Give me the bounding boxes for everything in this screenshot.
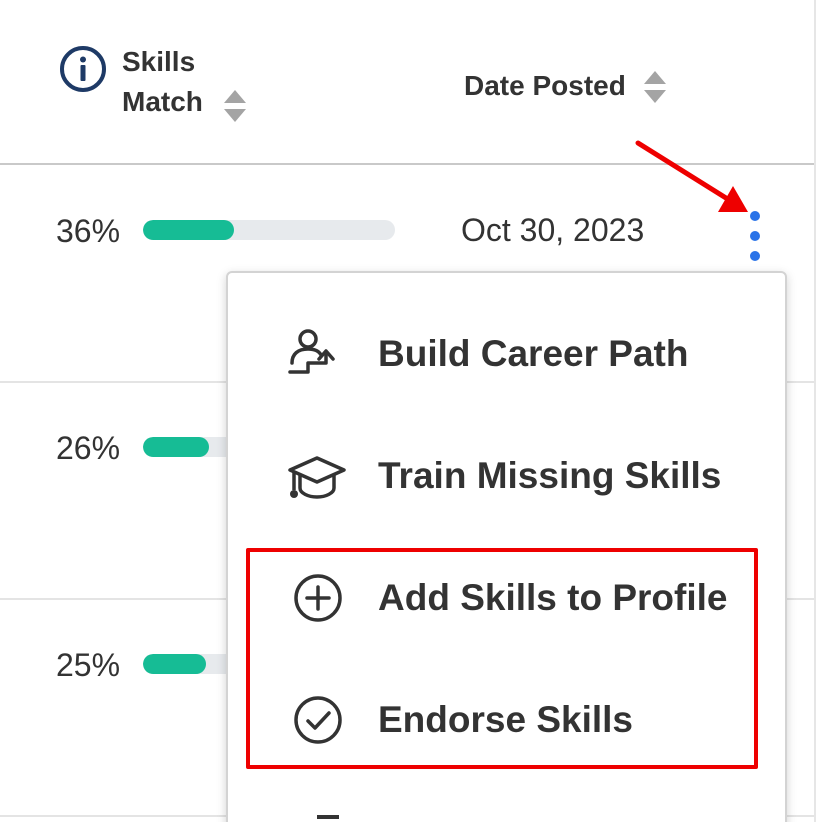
- info-icon[interactable]: [58, 44, 108, 94]
- menu-item-label: Build Career Path: [378, 333, 689, 374]
- skills-match-label-line1: Skills: [122, 46, 196, 77]
- menu-item-train-missing-skills[interactable]: Train Missing Skills: [228, 425, 785, 525]
- graduation-cap-icon: [288, 456, 346, 499]
- progress-fill: [143, 437, 209, 457]
- date-posted: Oct 30, 2023: [461, 212, 645, 248]
- annotation-arrow: [635, 140, 748, 212]
- career-path-icon: [288, 329, 335, 374]
- kebab-dot: [750, 231, 760, 241]
- column-header-skills-match[interactable]: Skills Match: [122, 42, 203, 122]
- menu-item-build-career-path[interactable]: Build Career Path: [228, 303, 785, 403]
- skills-match-progress-bar: [143, 220, 395, 240]
- menu-item-label: Train Missing Skills: [378, 455, 722, 496]
- skills-match-percent: 36%: [56, 213, 121, 249]
- page: Skills Match Date Posted 36% Oct 30, 202…: [0, 0, 818, 822]
- progress-fill: [143, 654, 206, 674]
- skills-match-percent: 26%: [56, 430, 121, 466]
- kebab-dot: [750, 251, 760, 261]
- progress-fill: [143, 220, 234, 240]
- sort-icon[interactable]: [643, 70, 667, 104]
- sort-icon[interactable]: [223, 89, 247, 123]
- column-header-date-posted[interactable]: Date Posted: [464, 68, 626, 104]
- partial-menu-icon: [317, 815, 339, 819]
- panel-border: [814, 0, 816, 822]
- annotation-highlight-box: [246, 548, 758, 769]
- skills-match-label-line2: Match: [122, 86, 203, 117]
- skills-match-percent: 25%: [56, 647, 121, 683]
